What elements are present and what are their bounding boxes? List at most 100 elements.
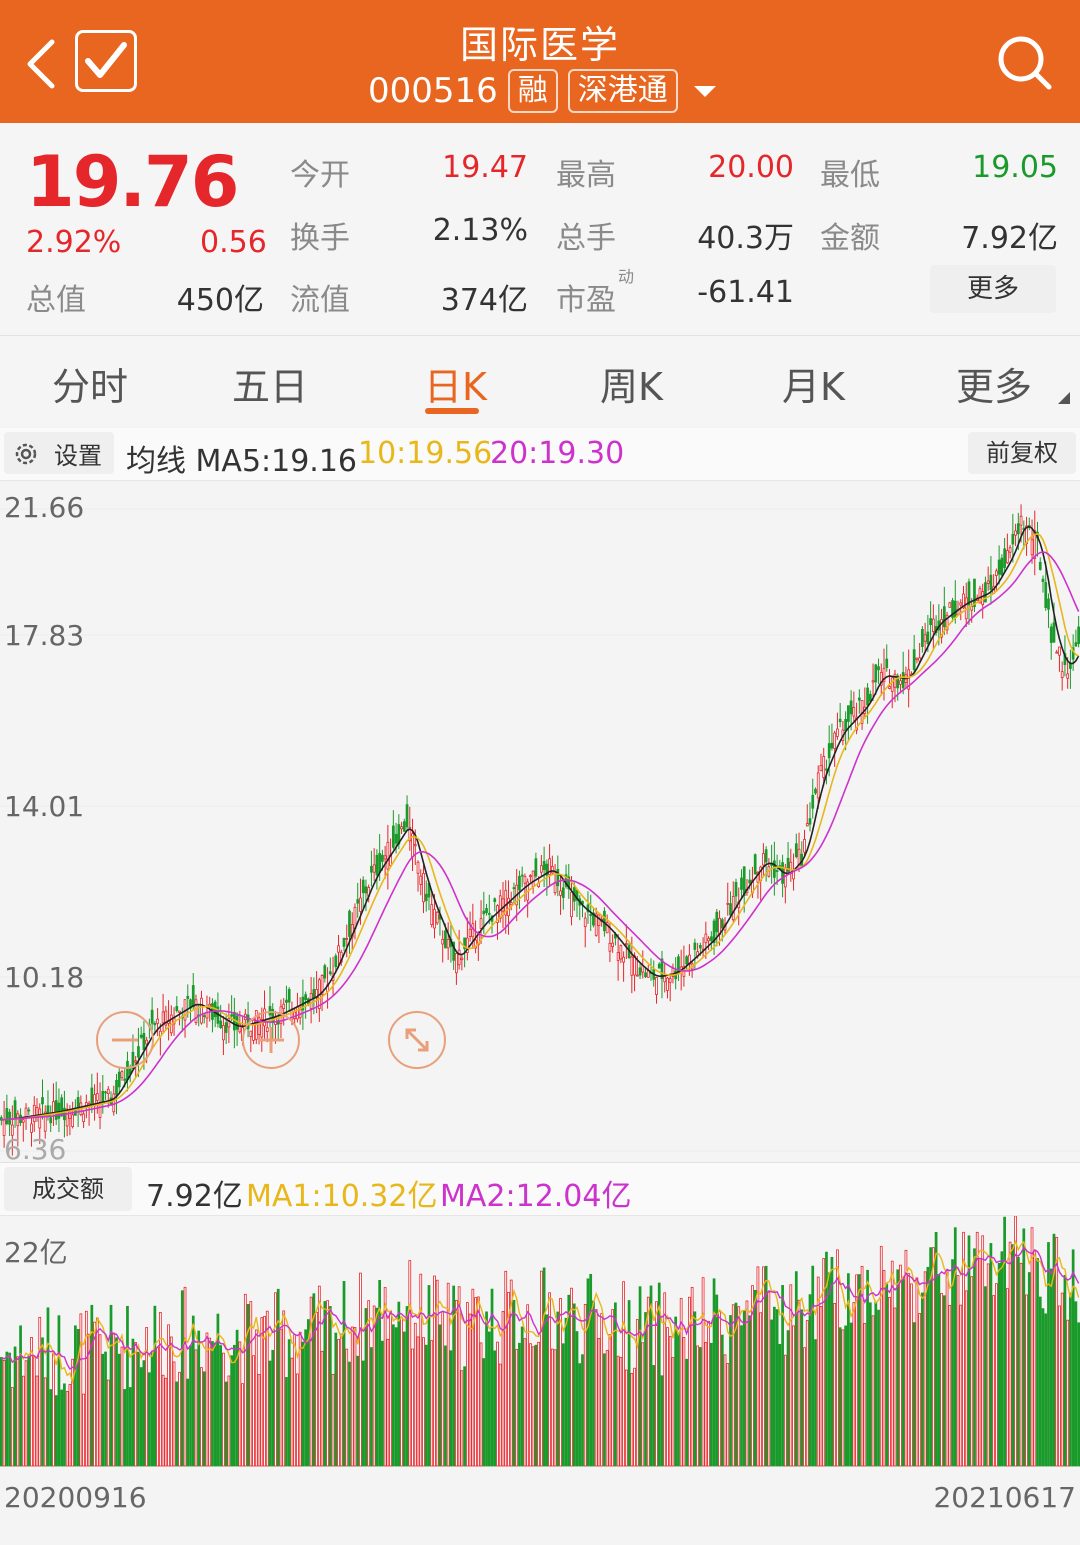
volume-bar xyxy=(1049,1268,1053,1467)
candle-body xyxy=(1014,530,1017,536)
tab-monthly-k[interactable]: 月K xyxy=(782,356,845,411)
candle-body xyxy=(624,943,628,945)
candle-body xyxy=(899,680,902,685)
volume-bar xyxy=(583,1304,587,1467)
candle-body xyxy=(561,887,565,898)
volume-bar xyxy=(68,1384,72,1467)
volume-bar xyxy=(331,1373,335,1467)
tab-weekly-k[interactable]: 周K xyxy=(600,356,663,411)
volume-bar xyxy=(356,1355,360,1467)
more-tab-corner-icon xyxy=(1058,392,1070,404)
tab-more[interactable]: 更多 xyxy=(956,356,1032,411)
volume-bar xyxy=(126,1305,129,1467)
candle-body xyxy=(559,890,562,896)
volume-bar xyxy=(586,1278,590,1467)
candle-body xyxy=(419,875,423,885)
volume-bar xyxy=(531,1346,535,1467)
candle-body xyxy=(1049,626,1053,643)
candle-body xyxy=(200,997,203,1024)
dropdown-icon[interactable] xyxy=(693,85,716,97)
volume-bar xyxy=(989,1243,993,1467)
volume-bar xyxy=(520,1326,524,1467)
candle-body xyxy=(342,937,346,947)
volume-bar xyxy=(1022,1228,1026,1467)
tab-intraday[interactable]: 分时 xyxy=(52,356,128,411)
volume-bar xyxy=(1008,1241,1012,1467)
volume-bar xyxy=(578,1363,582,1467)
volume-bar xyxy=(342,1281,346,1467)
volume-bar xyxy=(1036,1258,1039,1467)
candle-body xyxy=(542,861,546,871)
volume-bar xyxy=(1025,1294,1028,1467)
volume-bar xyxy=(54,1395,58,1467)
volume-bar xyxy=(918,1313,922,1467)
candle-body xyxy=(931,618,935,632)
volume-bar xyxy=(452,1285,456,1467)
volume-bar xyxy=(529,1343,532,1467)
tab-five-day[interactable]: 五日 xyxy=(232,356,308,411)
volume-bar xyxy=(304,1329,307,1467)
candle-body xyxy=(663,975,667,983)
volume-bar xyxy=(594,1309,598,1467)
tab-daily-k[interactable]: 日K xyxy=(424,356,487,411)
volume-bar xyxy=(794,1271,798,1467)
price-adjust-button[interactable]: 前复权 xyxy=(968,432,1076,474)
volume-bar xyxy=(381,1340,384,1467)
volume-bar xyxy=(701,1277,705,1467)
fullscreen-icon[interactable] xyxy=(388,1011,446,1069)
volume-bar xyxy=(841,1329,845,1467)
volume-bar xyxy=(49,1389,53,1467)
volume-bar xyxy=(868,1302,872,1467)
candle-body xyxy=(948,602,952,608)
candle-body xyxy=(967,581,971,606)
candle-body xyxy=(805,823,809,827)
kline-chart-area[interactable]: 21.66 17.83 14.01 10.18 6.36 22亿 2020091… xyxy=(0,481,1080,1545)
volume-bar xyxy=(238,1341,242,1467)
volume-bar xyxy=(975,1231,979,1467)
candle-body xyxy=(178,1010,181,1013)
search-icon[interactable] xyxy=(995,33,1055,93)
settings-button[interactable]: 设置 xyxy=(4,432,114,474)
candle-body xyxy=(742,866,746,896)
candle-body xyxy=(707,938,710,942)
candle-body xyxy=(375,854,379,876)
volume-bar xyxy=(1077,1322,1080,1467)
volume-bar xyxy=(561,1343,565,1467)
volume-bar xyxy=(479,1342,483,1467)
volume-bar xyxy=(877,1309,880,1467)
volume-bar xyxy=(19,1325,22,1467)
volume-bar xyxy=(948,1304,952,1467)
candle-body xyxy=(76,1097,80,1108)
volume-bar xyxy=(542,1267,546,1467)
volume-bar xyxy=(63,1383,66,1467)
volume-label: 总手 xyxy=(556,221,616,256)
stock-subinfo[interactable]: 000516 融 深港通 xyxy=(368,68,716,114)
volume-bar xyxy=(24,1360,28,1467)
volume-bar xyxy=(408,1260,412,1467)
candle-body xyxy=(657,963,661,969)
volume-bar xyxy=(797,1299,801,1467)
volume-bar xyxy=(921,1292,924,1467)
candle-body xyxy=(287,989,291,1003)
volume-bar xyxy=(172,1361,176,1467)
volume-bar xyxy=(644,1312,647,1467)
candle-body xyxy=(509,902,513,906)
volume-bar xyxy=(449,1350,453,1467)
volume-bar xyxy=(287,1339,291,1467)
zoom-in-icon[interactable] xyxy=(242,1011,300,1069)
volume-bar xyxy=(901,1279,905,1467)
volume-bar xyxy=(233,1344,236,1467)
volume-bar xyxy=(709,1342,713,1467)
candle-body xyxy=(208,1003,212,1007)
candle-body xyxy=(836,728,839,737)
volume-bar xyxy=(200,1367,203,1467)
volume-bar xyxy=(624,1369,628,1467)
volume-bar xyxy=(370,1347,373,1467)
more-quote-button[interactable]: 更多 xyxy=(930,265,1056,313)
candle-body xyxy=(479,918,483,929)
zoom-out-icon[interactable] xyxy=(96,1011,154,1069)
candle-body xyxy=(655,977,658,995)
volume-indicator-button[interactable]: 成交额 xyxy=(4,1167,132,1211)
volume-bar xyxy=(296,1373,299,1467)
candle-body xyxy=(54,1100,58,1120)
